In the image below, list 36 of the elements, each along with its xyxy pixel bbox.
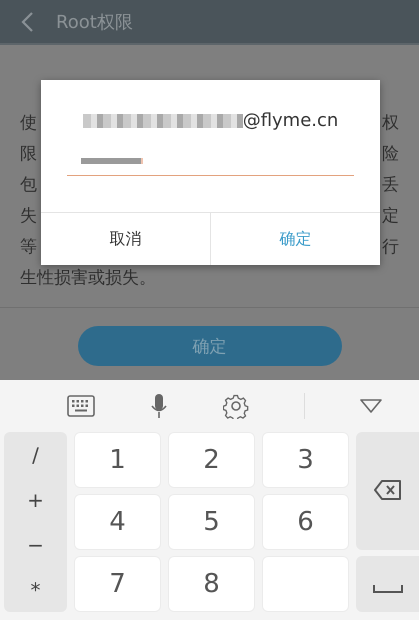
body-text: 权: [382, 112, 399, 135]
number-key[interactable]: 5: [168, 494, 255, 550]
body-text: 行: [382, 236, 399, 259]
number-key[interactable]: 8: [168, 556, 255, 612]
collapse-icon[interactable]: [360, 399, 382, 413]
symbol-key[interactable]: −: [4, 532, 67, 558]
body-text: 等: [20, 236, 37, 259]
cancel-button[interactable]: 取消: [41, 213, 211, 265]
number-key[interactable]: 3: [262, 432, 349, 488]
body-text: 使: [20, 112, 37, 135]
number-key[interactable]: 6: [262, 494, 349, 550]
body-text: 失: [20, 205, 37, 228]
header-title: Root权限: [56, 10, 133, 34]
microphone-icon[interactable]: [150, 393, 168, 419]
keyboard-icon[interactable]: [67, 395, 96, 417]
backspace-key[interactable]: [356, 432, 419, 550]
number-key[interactable]: 4: [74, 494, 161, 550]
backspace-icon: [374, 478, 402, 500]
back-icon[interactable]: [20, 10, 34, 32]
body-text: 丢: [382, 174, 399, 197]
space-icon: [372, 584, 404, 594]
body-text: 包: [20, 174, 37, 197]
symbol-key[interactable]: /: [4, 442, 67, 468]
body-text: 险: [382, 143, 399, 166]
account-text: @flyme.cn: [242, 110, 338, 131]
symbol-key[interactable]: *: [4, 576, 67, 602]
settings-icon[interactable]: [222, 393, 249, 419]
body-text: 生性损害或损失。: [20, 267, 156, 290]
body-text: 定: [382, 205, 399, 228]
number-key[interactable]: 7: [74, 556, 161, 612]
space-key[interactable]: [356, 556, 419, 612]
redacted-text: [81, 158, 143, 164]
number-key[interactable]: 2: [168, 432, 255, 488]
body-text: 限: [20, 143, 37, 166]
symbol-key[interactable]: +: [4, 486, 67, 512]
number-key[interactable]: 1: [74, 432, 161, 488]
